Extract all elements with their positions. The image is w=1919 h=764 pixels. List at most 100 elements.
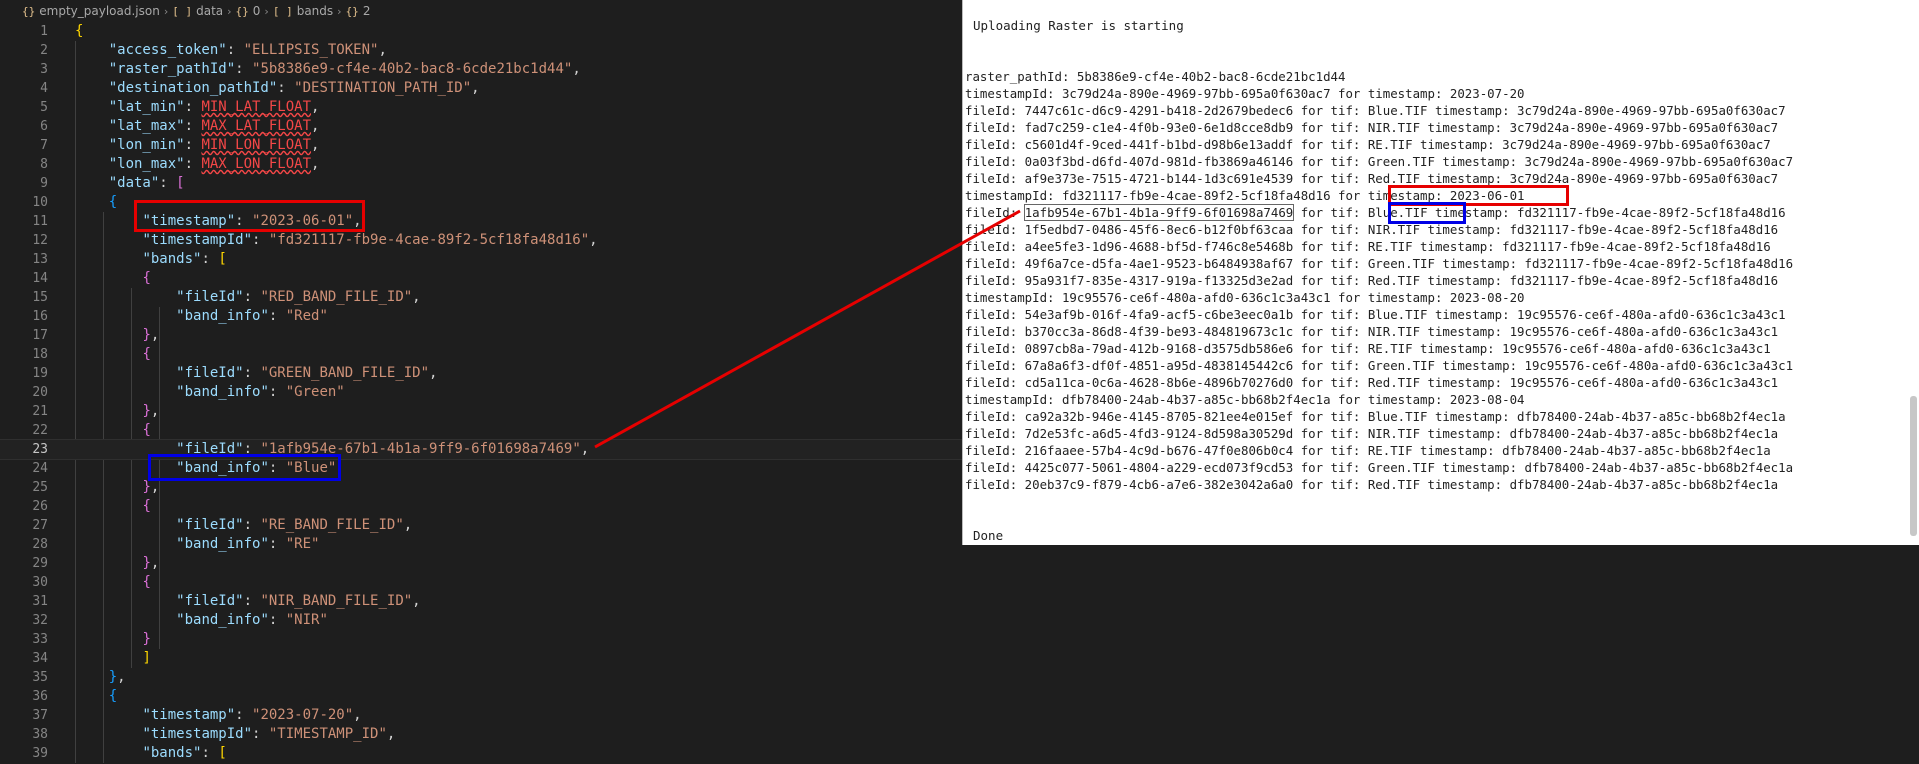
code-token: "ELLIPSIS_TOKEN" bbox=[243, 42, 379, 58]
code-token: "timestampId" bbox=[142, 232, 253, 248]
code-token: , bbox=[311, 118, 320, 134]
line-number: 10 bbox=[32, 195, 48, 210]
code-line[interactable]: 1{ bbox=[0, 22, 962, 41]
code-token: "lon_min" bbox=[108, 137, 185, 153]
code-line[interactable]: 26 { bbox=[0, 497, 962, 516]
code-token: MAX_LON_FLOAT bbox=[201, 156, 312, 172]
terminal-log-line: fileId: 0897cb8a-79ad-412b-9168-d3575db5… bbox=[965, 341, 1771, 356]
code-line[interactable]: 22 { bbox=[0, 421, 962, 440]
selected-file-id[interactable]: 1afb954e-67b1-4b1a-9ff9-6f01698a7469 bbox=[1023, 204, 1295, 221]
terminal-log-line: fileId: a4ee5fe3-1d96-4688-bf5d-f746c8e5… bbox=[965, 239, 1771, 254]
code-line[interactable]: 8 "lon_max": MAX_LON_FLOAT, bbox=[0, 155, 962, 174]
breadcrumb-item[interactable]: {} 0 bbox=[236, 4, 261, 18]
code-text: "timestampId": "TIMESTAMP_ID", bbox=[75, 725, 395, 744]
breadcrumb-item[interactable]: [ ] data bbox=[172, 4, 223, 18]
code-line[interactable]: 24 "band_info": "Blue" bbox=[0, 459, 962, 478]
code-token: : bbox=[268, 308, 286, 324]
code-line[interactable]: 16 "band_info": "Red" bbox=[0, 307, 962, 326]
code-token: : bbox=[184, 156, 202, 172]
line-number: 30 bbox=[32, 575, 48, 590]
line-number: 1 bbox=[40, 24, 48, 39]
code-text: "destination_pathId": "DESTINATION_PATH_… bbox=[75, 79, 480, 98]
code-line[interactable]: 12 "timestampId": "fd321117-fb9e-4cae-89… bbox=[0, 231, 962, 250]
breadcrumb-file[interactable]: {} empty_payload.json bbox=[22, 4, 160, 18]
code-token: "fileId" bbox=[176, 593, 244, 609]
code-line[interactable]: 13 "bands": [ bbox=[0, 250, 962, 269]
code-line[interactable]: 39 "bands": [ bbox=[0, 744, 962, 763]
code-token: { bbox=[75, 23, 84, 39]
code-line[interactable]: 35 }, bbox=[0, 668, 962, 687]
code-line[interactable]: 6 "lat_max": MAX_LAT_FLOAT, bbox=[0, 117, 962, 136]
chevron-right-icon: › bbox=[337, 4, 342, 18]
code-line[interactable]: 36 { bbox=[0, 687, 962, 706]
code-line[interactable]: 7 "lon_min": MIN_LON_FLOAT, bbox=[0, 136, 962, 155]
code-line[interactable]: 33 } bbox=[0, 630, 962, 649]
code-token: "lat_max" bbox=[108, 118, 185, 134]
code-line[interactable]: 28 "band_info": "RE" bbox=[0, 535, 962, 554]
terminal-log-line: fileId: 49f6a7ce-d5fa-4ae1-9523-b6484938… bbox=[965, 256, 1794, 271]
code-token: "band_info" bbox=[176, 536, 269, 552]
code-token: "GREEN_BAND_FILE_ID" bbox=[260, 365, 430, 381]
code-line[interactable]: 32 "band_info": "NIR" bbox=[0, 611, 962, 630]
code-line[interactable]: 21 }, bbox=[0, 402, 962, 421]
line-number: 35 bbox=[32, 670, 48, 685]
breadcrumb-item-label: data bbox=[196, 4, 224, 18]
terminal-log-line: fileId: ca92a32b-946e-4145-8705-821ee4e0… bbox=[965, 409, 1786, 424]
code-line[interactable]: 23 "fileId": "1afb954e-67b1-4b1a-9ff9-6f… bbox=[0, 439, 963, 460]
chevron-right-icon: › bbox=[227, 4, 232, 18]
code-line[interactable]: 17 }, bbox=[0, 326, 962, 345]
annotation-box-timestamp bbox=[134, 200, 365, 232]
code-token: , bbox=[311, 137, 320, 153]
line-number: 36 bbox=[32, 689, 48, 704]
code-line[interactable]: 3 "raster_pathId": "5b8386e9-cf4e-40b2-b… bbox=[0, 60, 962, 79]
terminal-log-line: timestampId: dfb78400-24ab-4b37-a85c-bb6… bbox=[965, 392, 1525, 407]
terminal-scrollbar[interactable] bbox=[1910, 396, 1917, 536]
code-line[interactable]: 9 "data": [ bbox=[0, 174, 962, 193]
code-line[interactable]: 15 "fileId": "RED_BAND_FILE_ID", bbox=[0, 288, 962, 307]
breadcrumb-items: ›[ ] data ›{} 0 ›[ ] bands ›{} 2 bbox=[160, 4, 371, 18]
line-number: 3 bbox=[40, 62, 48, 77]
code-token: "Green" bbox=[285, 384, 345, 400]
terminal-log-line: fileId: 20eb37c9-f879-4cb6-a7e6-382e3042… bbox=[965, 477, 1779, 492]
code-line[interactable]: 37 "timestamp": "2023-07-20", bbox=[0, 706, 962, 725]
breadcrumb-item-label: 0 bbox=[252, 4, 261, 18]
code-line[interactable]: 18 { bbox=[0, 345, 962, 364]
code-text: { bbox=[75, 193, 117, 212]
code-line[interactable]: 5 "lat_min": MIN_LAT_FLOAT, bbox=[0, 98, 962, 117]
line-number: 19 bbox=[32, 366, 48, 381]
code-line[interactable]: 34 ] bbox=[0, 649, 962, 668]
code-line[interactable]: 29 }, bbox=[0, 554, 962, 573]
code-line[interactable]: 19 "fileId": "GREEN_BAND_FILE_ID", bbox=[0, 364, 962, 383]
terminal-log-line: fileId: 54e3af9b-016f-4fa9-acf5-c6be3eec… bbox=[965, 307, 1786, 322]
breadcrumb-item[interactable]: [ ] bands bbox=[273, 4, 333, 18]
code-lines[interactable]: 1{2 "access_token": "ELLIPSIS_TOKEN", 3 "… bbox=[0, 22, 963, 763]
terminal-output-panel[interactable]: Uploading Raster is starting raster_path… bbox=[962, 0, 1919, 545]
code-line[interactable]: 30 { bbox=[0, 573, 962, 592]
code-line[interactable]: 20 "band_info": "Green" bbox=[0, 383, 962, 402]
code-line[interactable]: 2 "access_token": "ELLIPSIS_TOKEN", bbox=[0, 41, 962, 60]
terminal-log-line: fileId: 216faaee-57b4-4c9d-b676-47f0e806… bbox=[965, 443, 1771, 458]
code-line[interactable]: 27 "fileId": "RE_BAND_FILE_ID", bbox=[0, 516, 962, 535]
code-line[interactable]: 25 }, bbox=[0, 478, 962, 497]
code-text: { bbox=[75, 269, 150, 288]
terminal-log-line: raster_pathId: 5b8386e9-cf4e-40b2-bac8-6… bbox=[965, 69, 1346, 84]
code-line[interactable]: 14 { bbox=[0, 269, 962, 288]
code-text: "band_info": "Green" bbox=[75, 383, 345, 402]
code-line[interactable]: 38 "timestampId": "TIMESTAMP_ID", bbox=[0, 725, 962, 744]
code-line[interactable]: 31 "fileId": "NIR_BAND_FILE_ID", bbox=[0, 592, 962, 611]
code-text: "bands": [ bbox=[75, 250, 226, 269]
code-line[interactable]: 4 "destination_pathId": "DESTINATION_PAT… bbox=[0, 79, 962, 98]
breadcrumb-item[interactable]: {} 2 bbox=[346, 4, 371, 18]
code-text: "lat_max": MAX_LAT_FLOAT, bbox=[75, 117, 320, 136]
code-token: } bbox=[142, 327, 151, 343]
line-number: 34 bbox=[32, 651, 48, 666]
